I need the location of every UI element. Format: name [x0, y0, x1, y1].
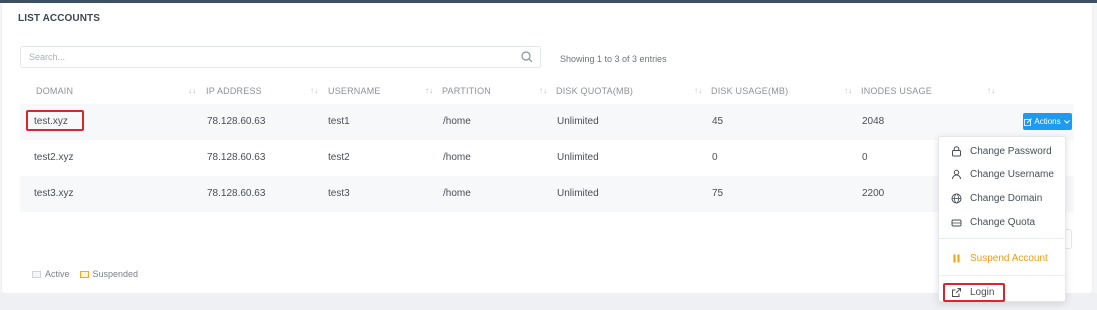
col-disk-quota[interactable]: DISK QUOTA(MB): [556, 86, 633, 96]
cell-inodes: 2200: [862, 188, 885, 199]
cell-usage: 45: [712, 116, 724, 127]
entries-info: Showing 1 to 3 of 3 entries: [560, 54, 667, 64]
login-highlight: [943, 283, 1005, 302]
cell-username: test1: [328, 116, 350, 127]
sort-icon[interactable]: ↑↓: [844, 86, 852, 95]
cell-partition: /home: [443, 152, 471, 163]
sort-icon[interactable]: ↓↓: [188, 86, 196, 95]
user-icon: [952, 169, 961, 179]
col-inodes-usage[interactable]: INODES USAGE: [861, 86, 932, 96]
lock-icon: [952, 145, 961, 156]
sort-icon[interactable]: ↑↓: [425, 86, 433, 95]
cell-usage: 75: [712, 188, 724, 199]
cell-username: test3: [328, 188, 350, 199]
cell-ip: 78.128.60.63: [207, 152, 266, 163]
menu-divider: [939, 275, 1067, 276]
actions-label: Actions: [1034, 117, 1061, 126]
cell-ip: 78.128.60.63: [207, 188, 266, 199]
table-row: test.xyz 78.128.60.63 test1 /home Unlimi…: [20, 104, 1074, 140]
cell-inodes: 0: [862, 152, 868, 163]
menu-label: Change Username: [970, 168, 1054, 180]
cell-domain[interactable]: test2.xyz: [34, 152, 73, 163]
status-legend: Active Suspended: [32, 269, 138, 279]
chevron-down-icon: [1063, 119, 1070, 124]
sort-icon[interactable]: ↑↓: [987, 86, 995, 95]
menu-label: Change Password: [970, 145, 1052, 157]
legend-suspended: Suspended: [92, 269, 139, 279]
globe-icon: [951, 193, 962, 203]
menu-label: Change Domain: [970, 192, 1043, 204]
menu-suspend-account[interactable]: Suspend Account: [939, 247, 1067, 269]
legend-active: Active: [45, 269, 70, 279]
menu-change-quota[interactable]: Change Quota: [939, 211, 1067, 233]
search-box: [20, 46, 541, 68]
menu-change-password[interactable]: Change Password: [939, 140, 1067, 162]
menu-label: Change Quota: [970, 216, 1036, 228]
sort-icon[interactable]: ↑↓: [539, 86, 547, 95]
actions-button[interactable]: Actions: [1023, 113, 1072, 130]
sort-icon[interactable]: ↑↓: [310, 86, 318, 95]
cell-username: test2: [328, 152, 350, 163]
accounts-card: LIST ACCOUNTS Showing 1 to 3 of 3 entrie…: [2, 3, 1092, 293]
col-username[interactable]: USERNAME: [328, 86, 381, 96]
table-header: DOMAIN ↓↓ IP ADDRESS ↑↓ USERNAME ↑↓ PART…: [20, 83, 1074, 103]
cell-domain[interactable]: test.xyz: [34, 116, 68, 127]
sort-icon[interactable]: ↑↓: [694, 86, 702, 95]
search-icon[interactable]: [520, 50, 534, 64]
page-title: LIST ACCOUNTS: [18, 13, 101, 24]
table-row: test3.xyz 78.128.60.63 test3 /home Unlim…: [20, 176, 1074, 212]
cell-partition: /home: [443, 188, 471, 199]
menu-label: Suspend Account: [970, 252, 1048, 264]
cell-quota: Unlimited: [557, 116, 599, 127]
cell-quota: Unlimited: [557, 152, 599, 163]
cell-usage: 0: [712, 152, 718, 163]
cell-quota: Unlimited: [557, 188, 599, 199]
col-domain[interactable]: DOMAIN: [36, 86, 73, 96]
table-row: test2.xyz 78.128.60.63 test2 /home Unlim…: [20, 140, 1074, 176]
col-ip-address[interactable]: IP ADDRESS: [206, 86, 262, 96]
menu-divider: [939, 238, 1067, 239]
page-bottom: [0, 293, 1097, 310]
pause-icon: [953, 254, 960, 262]
cell-ip: 78.128.60.63: [207, 116, 266, 127]
suspended-swatch: [79, 270, 89, 278]
col-disk-usage[interactable]: DISK USAGE(MB): [711, 86, 788, 96]
actions-menu: Change Password Change Username Change D…: [938, 136, 1067, 302]
edit-icon: [1024, 117, 1033, 126]
cell-partition: /home: [443, 116, 471, 127]
cell-inodes: 2048: [862, 116, 885, 127]
menu-change-domain[interactable]: Change Domain: [939, 187, 1067, 209]
cell-domain[interactable]: test3.xyz: [34, 188, 73, 199]
col-partition[interactable]: PARTITION: [442, 86, 491, 96]
active-swatch: [32, 270, 41, 278]
search-input[interactable]: [21, 47, 501, 67]
storage-icon: [951, 219, 962, 226]
menu-change-username[interactable]: Change Username: [939, 163, 1067, 185]
